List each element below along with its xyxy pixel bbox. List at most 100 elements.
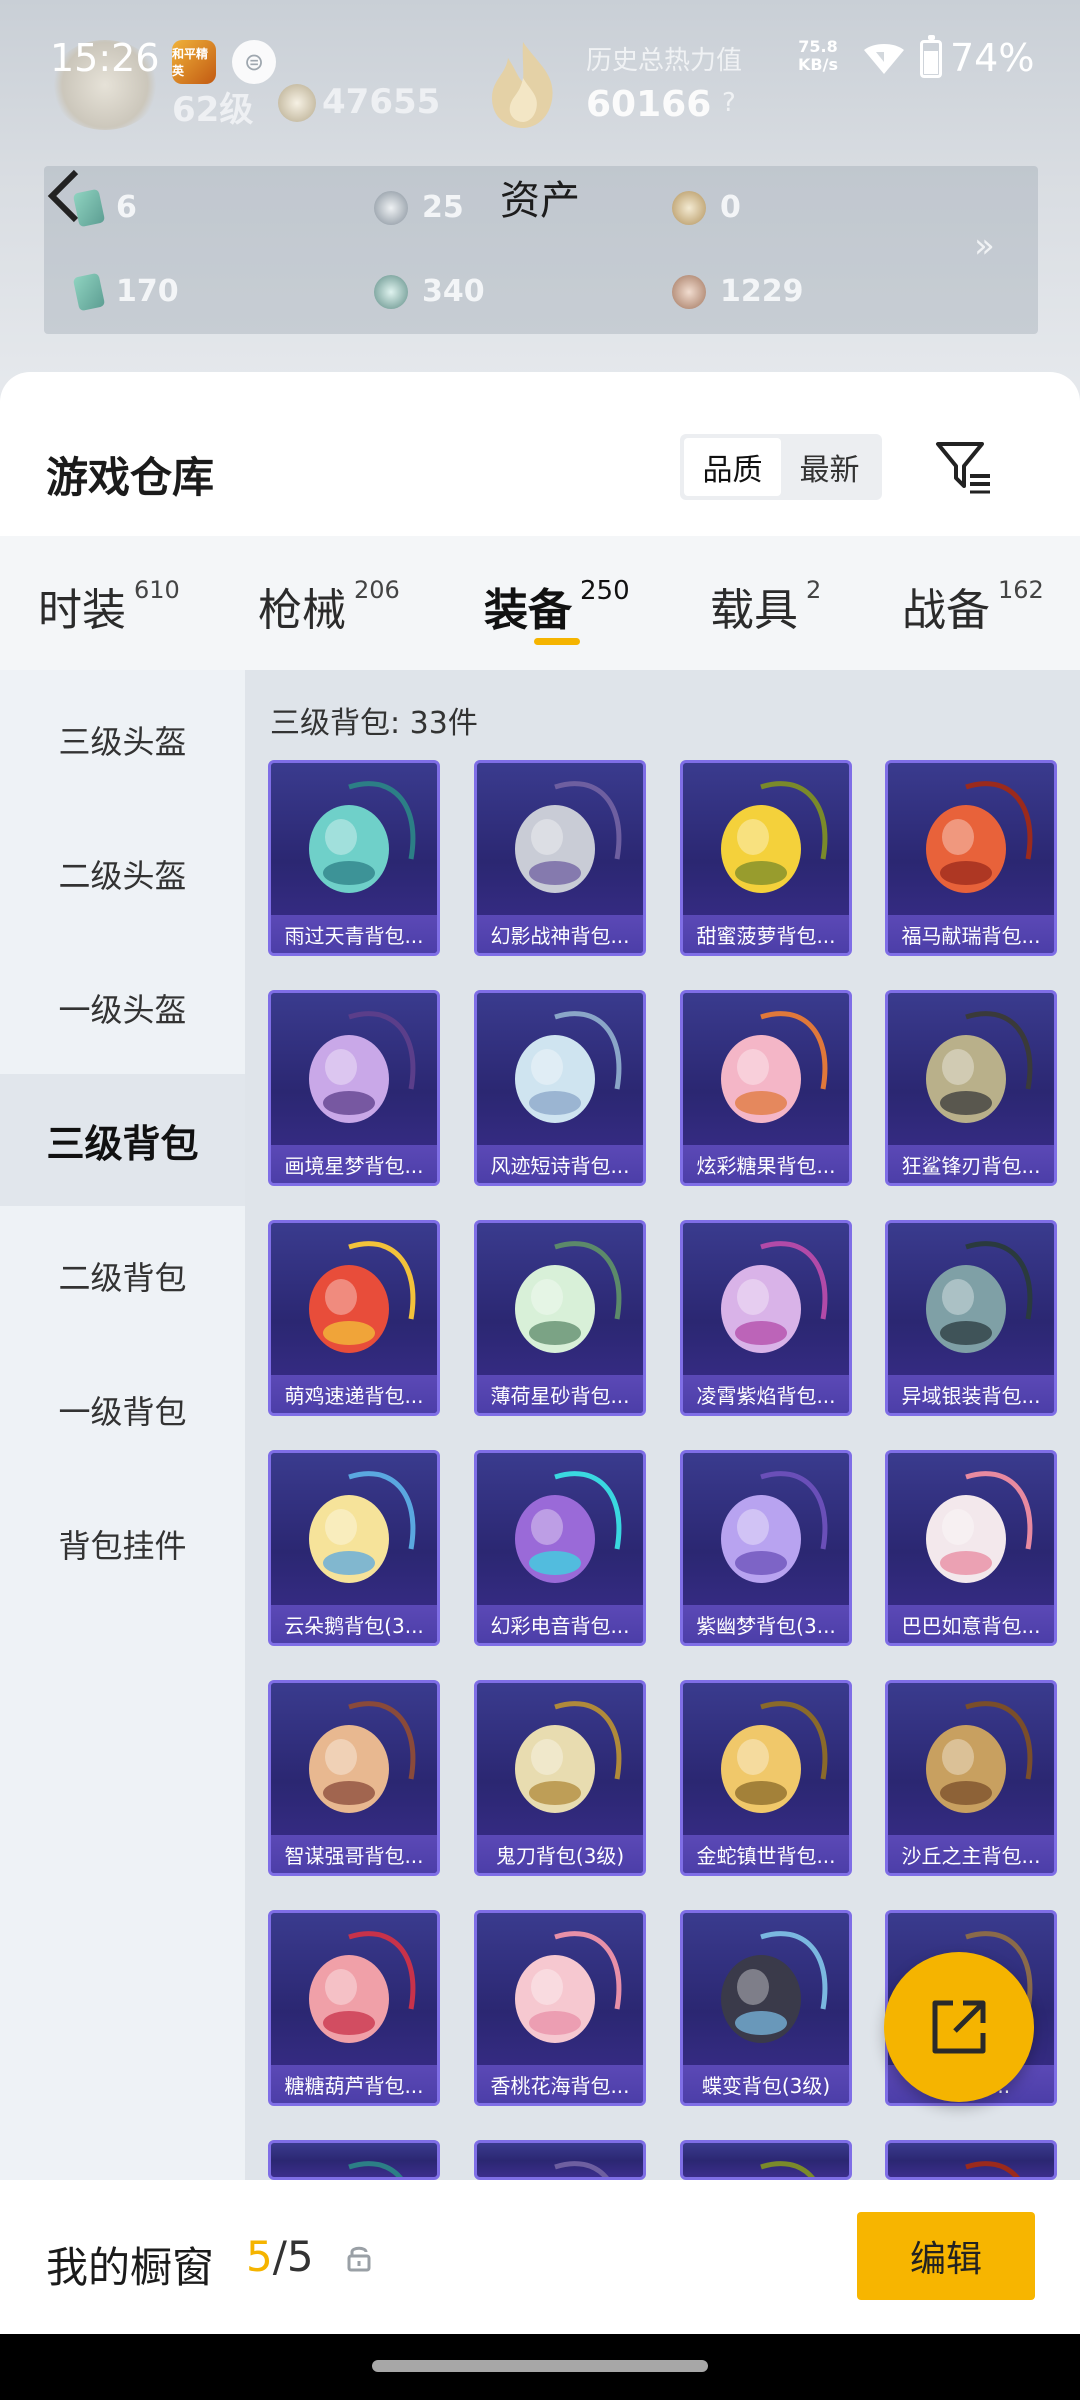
sort-quality-button[interactable]: 品质 <box>684 438 781 496</box>
asset-value: 340 <box>422 274 485 309</box>
tab-supplies[interactable]: 战备 162 <box>902 574 1044 638</box>
backpack-item[interactable] <box>268 2140 440 2180</box>
tab-guns[interactable]: 枪械 206 <box>258 574 400 638</box>
item-caption: 紫幽梦背包(3... <box>683 1605 849 1643</box>
asset-value: 1229 <box>720 274 804 309</box>
active-tab-indicator <box>534 638 580 645</box>
item-caption: 凌霄紫焰背包... <box>683 1375 849 1413</box>
showcase-label: 我的橱窗 <box>46 2243 215 2292</box>
tab-equipment[interactable]: 装备 250 <box>484 574 630 638</box>
backpack-item[interactable] <box>885 2140 1057 2180</box>
backpack-art-icon <box>309 1701 416 1813</box>
tab-label: 枪械 <box>258 585 346 636</box>
item-caption: 巴巴如意背包... <box>888 1605 1054 1643</box>
network-speed-unit: KB/s <box>798 55 838 74</box>
backpack-item[interactable]: 萌鸡速递背包... <box>268 1220 440 1416</box>
item-caption: 萌鸡速递背包... <box>271 1375 437 1413</box>
gold-coin-icon <box>672 190 706 225</box>
warehouse-title: 游戏仓库 <box>46 453 215 502</box>
item-caption: 云朵鹅背包(3... <box>271 1605 437 1643</box>
tab-label: 装备 <box>484 585 572 636</box>
item-caption: 福马献瑞背包... <box>888 915 1054 953</box>
edit-showcase-button[interactable]: 编辑 <box>857 2212 1035 2300</box>
backpack-item[interactable]: 金蛇镇世背包... <box>680 1680 852 1876</box>
tab-vehicles[interactable]: 载具 2 <box>710 574 821 638</box>
sort-toggle: 品质 最新 <box>680 434 882 500</box>
asset-value: 0 <box>720 190 741 225</box>
asset-gold: 0 <box>672 190 741 225</box>
item-caption: 幻彩电音背包... <box>477 1605 643 1643</box>
category-backpack-l1[interactable]: 一级背包 <box>0 1344 245 1476</box>
backpack-art-icon <box>515 1241 622 1353</box>
backpack-item[interactable]: 紫幽梦背包(3... <box>680 1450 852 1646</box>
backpack-item[interactable]: 沙丘之主背包... <box>885 1680 1057 1876</box>
sort-newest-button[interactable]: 最新 <box>781 438 878 496</box>
item-caption: 雨过天青背包... <box>271 915 437 953</box>
backpack-item[interactable]: 狂鲨锋刃背包... <box>885 990 1057 1186</box>
item-caption: 甜蜜菠萝背包... <box>683 915 849 953</box>
category-backpack-charm[interactable]: 背包挂件 <box>0 1478 245 1610</box>
tab-count: 250 <box>580 576 630 606</box>
backpack-item[interactable]: 云朵鹅背包(3... <box>268 1450 440 1646</box>
showcase-count: 5/5 <box>246 2232 314 2281</box>
share-fab[interactable] <box>884 1952 1034 2102</box>
backpack-item[interactable]: 薄荷星砂背包... <box>474 1220 646 1416</box>
item-caption: 智谋强哥背包... <box>271 1835 437 1873</box>
category-helmet-l2[interactable]: 二级头盔 <box>0 808 245 940</box>
backpack-item[interactable]: 幻影战神背包... <box>474 760 646 956</box>
backpack-item[interactable]: 福马献瑞背包... <box>885 760 1057 956</box>
backpack-item[interactable]: 幻彩电音背包... <box>474 1450 646 1646</box>
backpack-item[interactable]: 甜蜜菠萝背包... <box>680 760 852 956</box>
backpack-item[interactable]: 糖糖葫芦背包... <box>268 1910 440 2106</box>
filter-icon[interactable] <box>934 438 994 494</box>
backpack-item[interactable]: 雨过天青背包... <box>268 760 440 956</box>
item-caption: 香桃花海背包... <box>477 2065 643 2103</box>
category-backpack-l3[interactable]: 三级背包 <box>0 1074 245 1206</box>
backpack-item[interactable]: 异域银装背包... <box>885 1220 1057 1416</box>
bronze-coin-icon <box>672 274 706 309</box>
card-icon <box>72 188 106 227</box>
backpack-art-icon <box>721 1701 828 1813</box>
backpack-item[interactable]: 炫彩糖果背包... <box>680 990 852 1186</box>
teal-orb-icon <box>374 274 408 309</box>
item-caption: 鬼刀背包(3级) <box>477 1835 643 1873</box>
backpack-item[interactable]: 凌霄紫焰背包... <box>680 1220 852 1416</box>
item-caption: 画境星梦背包... <box>271 1145 437 1183</box>
asset-ticket: 170 <box>72 272 179 311</box>
backpack-art-icon <box>554 2161 609 2177</box>
status-time: 15:26 <box>50 36 160 80</box>
backpack-item[interactable]: 鬼刀背包(3级) <box>474 1680 646 1876</box>
backpack-item[interactable]: 智谋强哥背包... <box>268 1680 440 1876</box>
asset-card: 6 <box>72 188 137 227</box>
asset-value: 170 <box>116 274 179 309</box>
showcase-separator: / <box>272 2232 287 2281</box>
tab-count: 162 <box>998 576 1044 604</box>
backpack-item[interactable] <box>474 2140 646 2180</box>
assets-more-icon[interactable]: » <box>974 226 995 266</box>
category-backpack-l2[interactable]: 二级背包 <box>0 1210 245 1342</box>
backpack-item[interactable] <box>680 2140 852 2180</box>
backpack-art-icon <box>515 1011 622 1123</box>
backpack-art-icon <box>309 1471 416 1583</box>
category-helmet-l3[interactable]: 三级头盔 <box>0 674 245 806</box>
backpack-item[interactable]: 风迹短诗背包... <box>474 990 646 1186</box>
asset-value: 6 <box>116 190 137 225</box>
network-speed: 75.8 KB/s <box>798 38 838 74</box>
backpack-item[interactable]: 巴巴如意背包... <box>885 1450 1057 1646</box>
backpack-art-icon <box>926 781 1033 893</box>
item-caption: 薄荷星砂背包... <box>477 1375 643 1413</box>
backpack-art-icon <box>721 781 828 893</box>
share-icon <box>932 2000 986 2054</box>
backpack-item[interactable]: 蝶变背包(3级) <box>680 1910 852 2106</box>
grid-header: 三级背包: 33件 <box>270 706 478 741</box>
tab-count: 610 <box>134 576 180 604</box>
home-indicator[interactable] <box>372 2360 708 2372</box>
asset-value: 25 <box>422 190 464 225</box>
asset-orb: 340 <box>374 274 485 309</box>
backpack-item[interactable]: 香桃花海背包... <box>474 1910 646 2106</box>
tab-fashion[interactable]: 时装 610 <box>38 574 180 638</box>
item-caption: 狂鲨锋刃背包... <box>888 1145 1054 1183</box>
status-bar: 15:26 和平精英 ⊜ 75.8 KB/s 74% <box>0 0 1080 124</box>
backpack-item[interactable]: 画境星梦背包... <box>268 990 440 1186</box>
category-helmet-l1[interactable]: 一级头盔 <box>0 942 245 1074</box>
